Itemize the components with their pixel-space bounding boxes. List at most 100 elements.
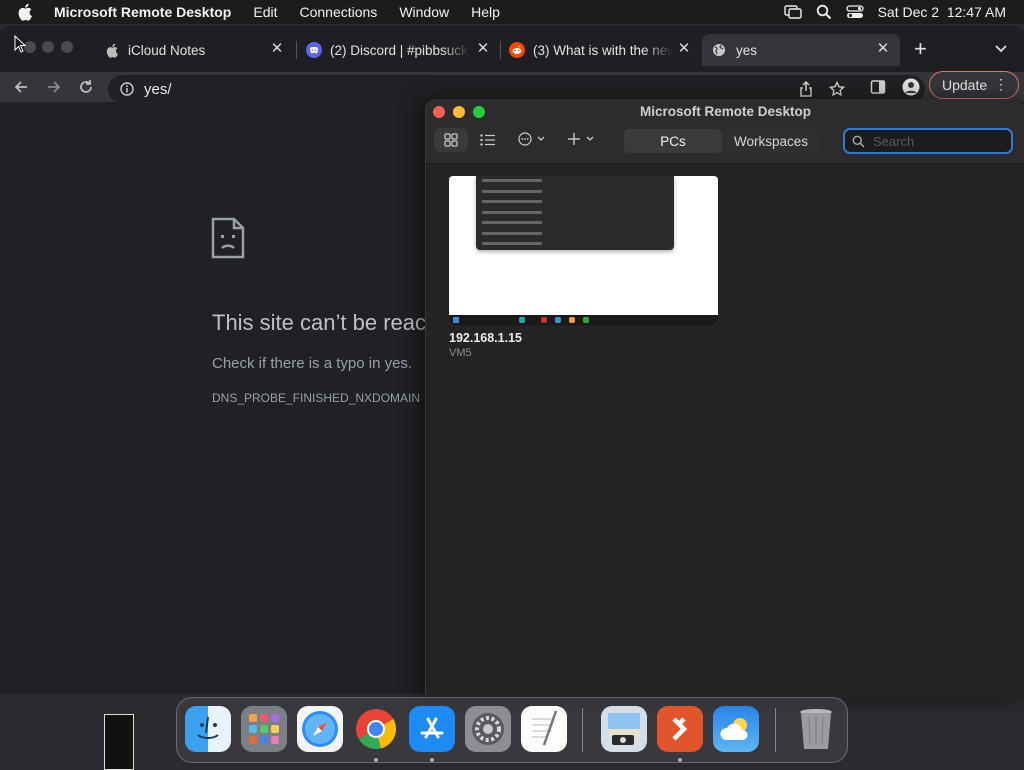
preview-line <box>482 179 542 182</box>
microsoft-remote-desktop-icon[interactable] <box>657 706 703 752</box>
search-field[interactable] <box>843 128 1013 154</box>
taskbar-app-icon <box>569 317 575 323</box>
back-arrow-icon[interactable] <box>13 79 29 95</box>
menubar-clock[interactable]: Sat Dec 2 12:47 AM <box>878 4 1006 20</box>
preview-icon[interactable] <box>601 706 647 752</box>
running-indicator <box>678 758 682 762</box>
preview-photos-icon <box>608 713 640 745</box>
tab-title: (2) Discord | #pibbsucks <box>330 42 470 58</box>
close-tab-icon[interactable]: ✕ <box>476 41 490 56</box>
dock <box>176 697 848 763</box>
tab-strip: iCloud Notes ✕ (2) Discord | #pibbsucks … <box>0 26 1024 72</box>
forward-arrow-icon[interactable] <box>46 79 62 95</box>
remote-desktop-logo-icon <box>672 717 688 741</box>
edit-menu[interactable]: Edit <box>242 4 288 20</box>
close-tab-icon[interactable]: ✕ <box>876 41 890 56</box>
connections-menu[interactable]: Connections <box>288 4 388 20</box>
tab-title: yes <box>736 42 758 58</box>
textedit-icon[interactable] <box>521 706 567 752</box>
site-info-icon[interactable] <box>120 82 134 96</box>
tab-icloud-notes[interactable]: iCloud Notes ✕ <box>100 34 292 66</box>
error-subtitle: Check if there is a typo in yes. <box>212 355 413 372</box>
preview-line <box>482 190 542 193</box>
google-chrome-icon[interactable] <box>353 706 399 752</box>
remote-desktop-titlebar: Microsoft Remote Desktop PCs Workspaces <box>426 99 1024 164</box>
plus-icon <box>568 133 580 145</box>
menu-bar: Microsoft Remote Desktop Edit Connection… <box>0 0 1024 24</box>
trash-icon[interactable] <box>793 706 839 752</box>
finder-face-icon <box>197 716 219 739</box>
launchpad-icon[interactable] <box>241 706 287 752</box>
trash-can-icon <box>800 709 832 749</box>
tab-title: iCloud Notes <box>128 42 206 58</box>
control-center-icon[interactable] <box>845 5 864 19</box>
taskbar-app-icon <box>583 317 589 323</box>
ellipsis-circle-icon <box>518 132 532 146</box>
search-input[interactable] <box>871 132 995 150</box>
tab-reddit[interactable]: (3) What is with the new ✕ <box>503 34 699 66</box>
help-menu[interactable]: Help <box>460 4 511 20</box>
search-icon <box>852 135 865 148</box>
close-tab-icon[interactable]: ✕ <box>270 41 284 56</box>
gear-icon <box>472 713 504 745</box>
preview-line <box>482 232 542 235</box>
tab-workspaces[interactable]: Workspaces <box>722 129 820 153</box>
desktop-window-thumbnail[interactable] <box>104 714 134 770</box>
more-actions-menu[interactable] <box>518 132 545 146</box>
close-tab-icon[interactable]: ✕ <box>677 41 691 56</box>
preview-line <box>482 211 542 214</box>
app-menu[interactable]: Microsoft Remote Desktop <box>48 4 242 20</box>
zoom-window-button[interactable] <box>61 41 73 53</box>
tab-separator <box>296 41 297 59</box>
desktop-background <box>0 694 180 768</box>
more-menu-icon[interactable]: ⋮ <box>994 77 1008 91</box>
tab-title: (3) What is with the new <box>533 42 673 58</box>
screen-mirroring-icon[interactable] <box>783 5 802 19</box>
add-menu[interactable] <box>567 132 594 146</box>
finder-icon[interactable] <box>185 706 231 752</box>
new-tab-plus-icon[interactable]: + <box>914 38 927 60</box>
profile-avatar-icon[interactable] <box>902 78 920 96</box>
remote-desktop-window: Microsoft Remote Desktop PCs Workspaces <box>425 99 1024 699</box>
weather-icon[interactable] <box>713 706 759 752</box>
grid-view-icon <box>444 133 458 147</box>
sun-cloud-icon <box>720 718 748 740</box>
bookmark-star-icon[interactable] <box>829 81 845 97</box>
spotlight-search-icon[interactable] <box>816 4 832 20</box>
tab-search-chevron-icon[interactable] <box>995 45 1007 53</box>
system-settings-icon[interactable] <box>465 706 511 752</box>
safari-icon[interactable] <box>297 706 343 752</box>
taskbar-app-icon <box>541 317 547 323</box>
pc-subtitle: VM5 <box>449 347 472 359</box>
side-panel-icon[interactable] <box>870 79 886 95</box>
textedit-page-icon <box>532 710 558 746</box>
grid-view-button[interactable] <box>434 128 468 152</box>
pcs-workspaces-segmented-control: PCs Workspaces <box>624 129 820 153</box>
tab-yes[interactable]: yes ✕ <box>702 34 900 66</box>
pc-name[interactable]: 192.168.1.15 <box>449 331 522 345</box>
taskbar-app-icon <box>519 317 525 323</box>
taskbar-app-icon <box>555 317 561 323</box>
tab-pcs[interactable]: PCs <box>624 129 722 153</box>
chevron-down-icon <box>537 136 545 141</box>
update-button[interactable]: Update ⋮ <box>929 71 1019 99</box>
list-view-icon[interactable] <box>480 134 496 146</box>
globe-icon <box>713 44 725 56</box>
window-menu[interactable]: Window <box>388 4 460 20</box>
mouse-pointer-icon <box>14 35 26 53</box>
chevron-down-icon <box>586 136 594 141</box>
app-store-a-icon <box>420 717 444 739</box>
discord-icon <box>306 42 322 58</box>
share-icon[interactable] <box>799 81 813 97</box>
apple-icon <box>106 43 118 58</box>
launchpad-grid-icon <box>249 714 279 744</box>
pc-thumbnail[interactable] <box>449 176 718 325</box>
reddit-icon <box>509 42 525 58</box>
chrome-logo-icon <box>356 709 396 750</box>
app-store-icon[interactable] <box>409 706 455 752</box>
window-title: Microsoft Remote Desktop <box>639 104 812 119</box>
reload-icon[interactable] <box>78 79 94 95</box>
apple-menu-icon[interactable] <box>18 3 34 21</box>
tab-discord[interactable]: (2) Discord | #pibbsucks ✕ <box>300 34 498 66</box>
minimize-window-button[interactable] <box>42 41 54 53</box>
